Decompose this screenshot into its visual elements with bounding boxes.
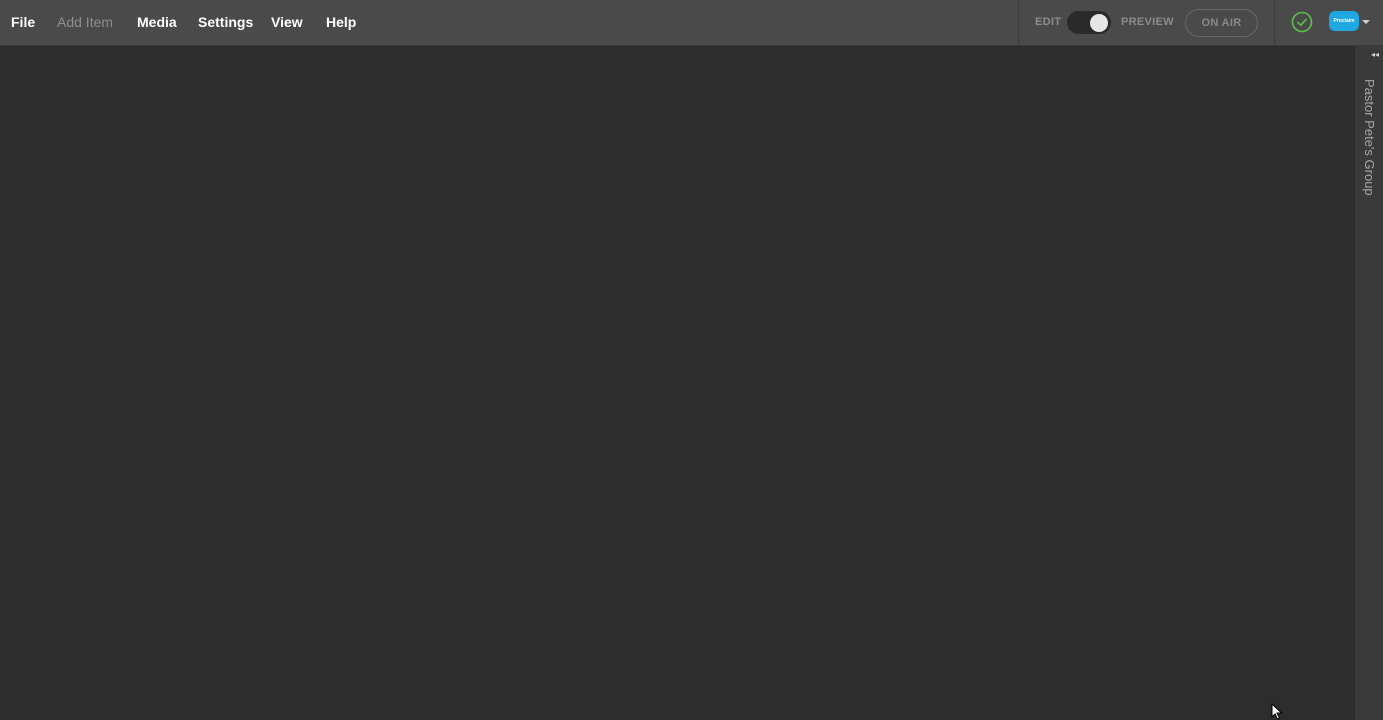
- edit-preview-toggle[interactable]: [1067, 11, 1111, 34]
- menu-media[interactable]: Media: [137, 14, 177, 30]
- top-menu-bar: File Add Item Media Settings View Help E…: [0, 0, 1383, 46]
- collapse-panel-icon[interactable]: ◂◂: [1355, 46, 1383, 62]
- avatar-logo-text: Proclaim: [1333, 18, 1355, 24]
- menu-file[interactable]: File: [11, 14, 35, 30]
- toolbar-divider: [1018, 0, 1019, 45]
- mouse-cursor-icon: [1271, 703, 1283, 720]
- toolbar-divider: [1274, 0, 1275, 45]
- menu-view[interactable]: View: [271, 14, 303, 30]
- edit-mode-label: EDIT: [1035, 16, 1062, 28]
- chevron-down-icon[interactable]: [1362, 20, 1370, 24]
- on-air-label: ON AIR: [1201, 17, 1242, 29]
- menu-help[interactable]: Help: [326, 14, 356, 30]
- preview-mode-label: PREVIEW: [1121, 16, 1174, 28]
- side-tab-label: Pastor Pete's Group: [1362, 79, 1377, 196]
- side-tab-group[interactable]: Pastor Pete's Group: [1356, 71, 1382, 231]
- check-circle-icon[interactable]: [1291, 11, 1313, 33]
- toggle-knob: [1090, 13, 1108, 32]
- on-air-button[interactable]: ON AIR: [1185, 9, 1258, 37]
- menu-settings[interactable]: Settings: [198, 14, 253, 30]
- side-panel: ◂◂ Pastor Pete's Group: [1354, 46, 1383, 720]
- menu-add-item[interactable]: Add Item: [57, 14, 113, 30]
- account-avatar[interactable]: Proclaim: [1329, 11, 1359, 31]
